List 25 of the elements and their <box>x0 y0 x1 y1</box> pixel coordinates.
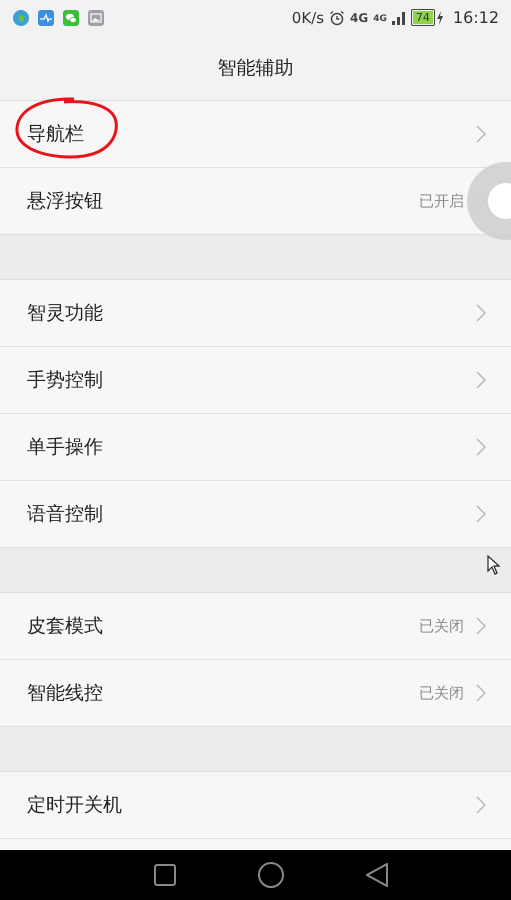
charging-icon <box>436 10 444 24</box>
chevron-icon <box>476 505 486 523</box>
home-button[interactable] <box>258 862 284 888</box>
network-speed: 0K/s <box>292 8 324 26</box>
alarm-icon <box>329 10 346 26</box>
mouse-cursor <box>487 555 501 575</box>
network-type: 4G <box>350 10 368 24</box>
chevron-icon <box>476 304 486 322</box>
chevron-icon <box>476 438 486 456</box>
battery-indicator: 74 <box>410 9 435 26</box>
page-title: 智能辅助 <box>218 56 294 80</box>
chat-app-icon <box>63 10 79 26</box>
chevron-icon <box>476 684 486 702</box>
back-button[interactable] <box>366 863 388 887</box>
recent-apps-button[interactable] <box>154 864 176 886</box>
gallery-app-icon <box>88 10 104 26</box>
chevron-icon <box>476 371 486 389</box>
chevron-icon <box>476 796 486 814</box>
health-app-icon <box>38 10 54 26</box>
network-type: 4G <box>373 14 387 24</box>
signal-icon <box>392 10 406 24</box>
globe-icon <box>13 10 29 26</box>
chevron-icon <box>476 617 486 635</box>
chevron-icon <box>476 125 486 143</box>
clock-time: 16:12 <box>452 8 499 27</box>
